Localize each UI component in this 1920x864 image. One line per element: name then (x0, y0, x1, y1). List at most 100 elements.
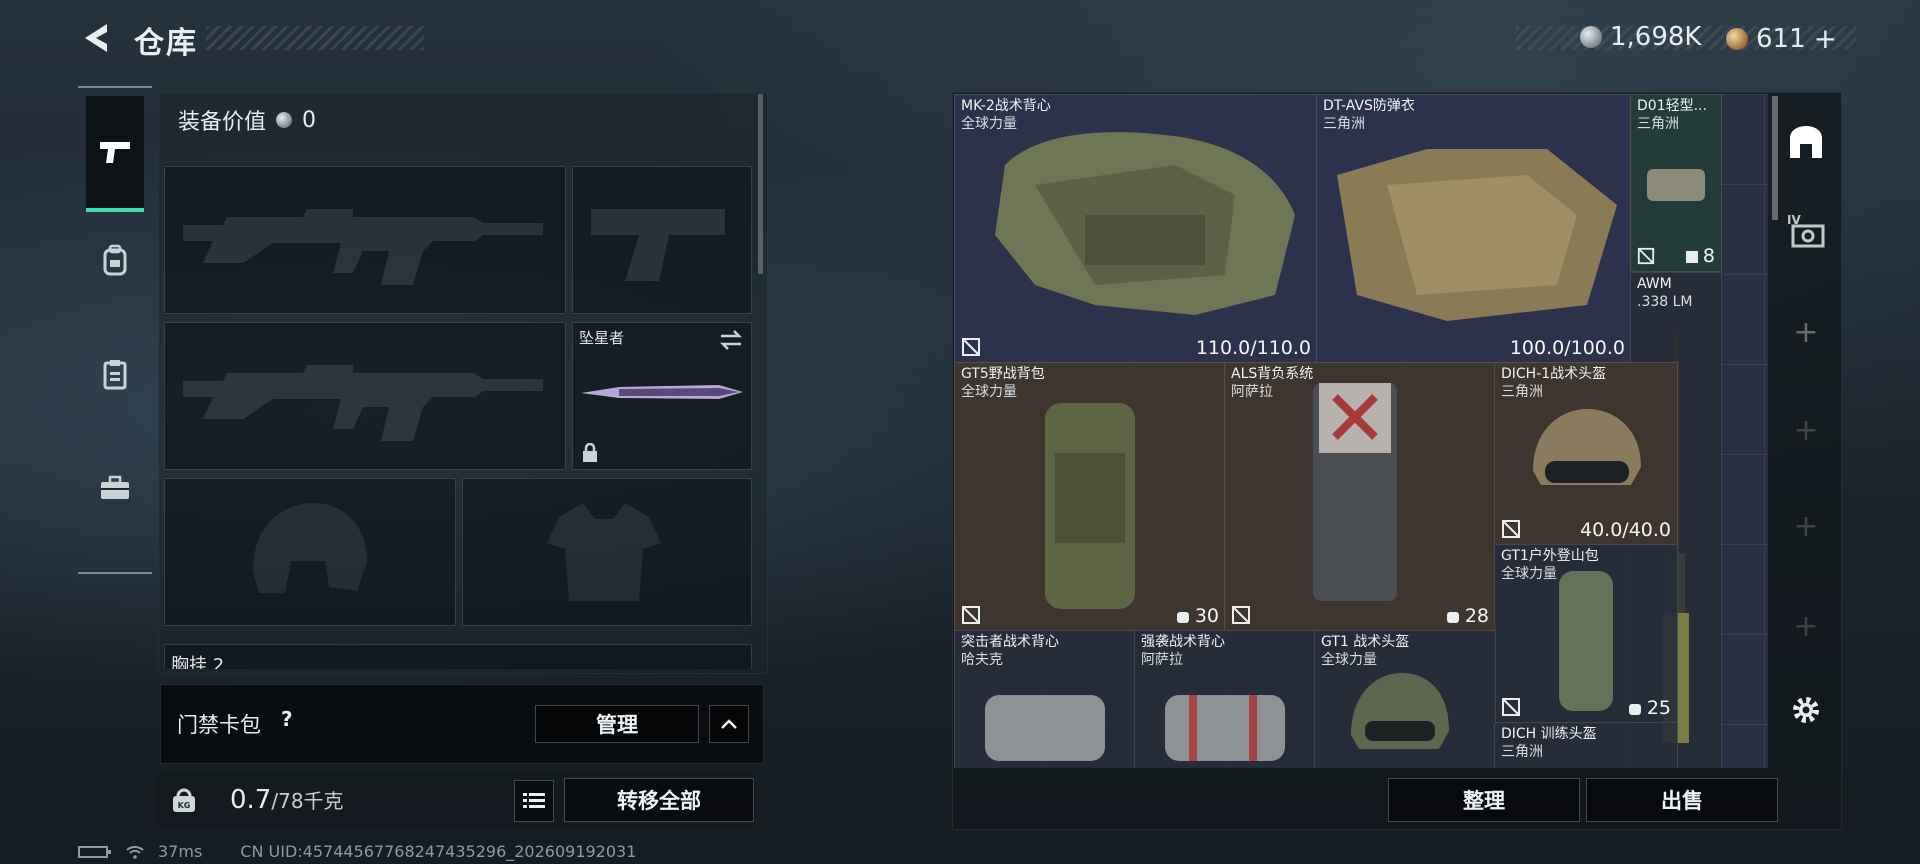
manage-keycard-button[interactable]: 管理 (535, 705, 699, 743)
item-name: 突击者战术背心 哈夫克 (961, 634, 1059, 668)
item-faction: 阿萨拉 (1141, 652, 1183, 668)
stash-item-dich-training-helmet[interactable]: DICH 训练头盔 三角洲 (1494, 722, 1678, 768)
add-stash-tab[interactable]: + (1776, 302, 1836, 362)
helmet-silhouette-icon (253, 503, 367, 593)
keycard-bar: 门禁卡包 ? 管理 (160, 684, 764, 764)
item-name: GT1 战术头盔 全球力量 (1321, 634, 1410, 668)
kettlebell-icon: KG (173, 788, 195, 812)
melee-slot[interactable]: 坠星者 (572, 322, 752, 470)
carry-system-image (1313, 383, 1397, 601)
item-faction: 三角洲 (1501, 384, 1543, 400)
gear-icon (1793, 697, 1819, 723)
item-name: 强袭战术背心 阿萨拉 (1141, 634, 1225, 668)
item-count: 8 (1685, 245, 1715, 267)
add-stash-tab[interactable]: + (1776, 400, 1836, 460)
nav-weapons[interactable] (86, 96, 144, 212)
chest-rig-section[interactable]: 胸挂 2 (164, 644, 752, 669)
nav-backpack[interactable] (86, 212, 144, 308)
ping-readout: 37ms (158, 842, 203, 861)
stash-item-gt1-helmet[interactable]: GT1 战术头盔 全球力量 (1314, 630, 1496, 768)
add-stash-tab[interactable]: + (1776, 596, 1836, 656)
stash-item-d01[interactable]: D01轻型... 三角洲 8 (1630, 94, 1722, 272)
stash-item-strike-vest[interactable]: 强袭战术背心 阿萨拉 (1134, 630, 1316, 768)
item-count: 28 (1445, 605, 1489, 627)
weight-readout: 0.7/78千克 (230, 785, 344, 815)
gold-currency[interactable]: 611 + (1726, 22, 1837, 55)
add-stash-tab[interactable]: + (1776, 496, 1836, 556)
keycard-help-button[interactable]: ? (281, 707, 293, 731)
transfer-all-button[interactable]: 转移全部 (564, 778, 754, 822)
item-faction: .338 LM (1637, 294, 1693, 310)
settings-button[interactable] (1776, 680, 1836, 740)
gold-coin-icon (1726, 27, 1748, 50)
item-count: 25 (1627, 697, 1671, 719)
stash-item-als-backpack[interactable]: ALS背负系统 阿萨拉 28 (1224, 362, 1496, 632)
stash-item-raider-vest[interactable]: 突击者战术背心 哈夫克 (954, 630, 1136, 768)
backpack-capacity-icon (1446, 612, 1459, 623)
sort-button[interactable]: 整理 (1388, 778, 1580, 822)
nav-tools[interactable] (86, 438, 144, 538)
equipment-value-label: 装备价值 (178, 110, 267, 135)
backpack-capacity-icon (1176, 612, 1189, 623)
item-name: DICH-1战术头盔 三角洲 (1501, 366, 1607, 400)
chevron-up-icon (721, 719, 737, 729)
backpack-icon (103, 244, 127, 276)
chest-rig-label: 胸挂 2 (171, 655, 225, 669)
item-durability: 110.0/110.0 (1195, 337, 1311, 359)
wifi-icon (126, 845, 144, 859)
no-sell-icon (1502, 520, 1520, 538)
sidearm-slot[interactable] (572, 166, 752, 314)
pistol-icon (100, 142, 130, 163)
swap-icon[interactable] (719, 329, 743, 351)
body-armor-image (1337, 149, 1617, 321)
silver-coin-icon (276, 112, 293, 128)
rifle-silhouette-icon (183, 365, 543, 441)
stash-item-dt-avs-armor[interactable]: DT-AVS防弹衣 三角洲 100.0/100.0 (1316, 94, 1632, 364)
sell-button[interactable]: 出售 (1586, 778, 1778, 822)
equipment-value: 装备价值 0 (178, 104, 316, 136)
stash-item-gt1-backpack[interactable]: GT1户外登山包 全球力量 25 (1494, 544, 1678, 724)
combat-helmet-image (1351, 673, 1449, 749)
no-sell-icon (1502, 698, 1520, 716)
hiking-backpack-image (1559, 571, 1613, 711)
silver-coin-icon (1580, 26, 1602, 48)
tactical-helmet-image (1533, 409, 1641, 485)
silver-amount: 1,698K (1610, 22, 1702, 52)
light-vest-image (1647, 169, 1705, 201)
nav-rig[interactable] (86, 324, 144, 424)
loadout-scrollbar[interactable] (758, 94, 763, 274)
primary-weapon-slot[interactable] (164, 166, 566, 314)
no-sell-icon (1637, 247, 1655, 265)
safe-box-icon: IV (1787, 213, 1825, 248)
helmet-slot[interactable] (164, 478, 456, 626)
item-faction: 三角洲 (1323, 116, 1365, 132)
rifle-silhouette-icon (183, 209, 543, 285)
expand-keycard-button[interactable] (709, 705, 749, 743)
stash-item-gt5-backpack[interactable]: GT5野战背包 全球力量 30 (954, 362, 1226, 632)
no-sell-icon (1232, 606, 1250, 624)
weight-icon-box: KG (164, 780, 204, 820)
item-durability: 40.0/40.0 (1579, 519, 1671, 541)
weight-current: 0.7 (230, 785, 272, 815)
secondary-weapon-slot[interactable] (164, 322, 566, 470)
stash-tab-4[interactable]: IV (1776, 200, 1836, 260)
back-button[interactable] (78, 18, 116, 58)
status-bar: 37ms CN UID:457445677682474352​96_202609… (78, 842, 636, 861)
item-name: AWM .338 LM (1637, 276, 1693, 310)
tactical-vest-image (995, 132, 1295, 315)
stash-item-dich1-helmet[interactable]: DICH-1战术头盔 三角洲 40.0/40.0 (1494, 362, 1678, 546)
no-sell-icon (962, 606, 980, 624)
add-currency-button[interactable]: + (1814, 22, 1837, 55)
body-armor-slot[interactable] (462, 478, 752, 626)
item-count: 30 (1175, 605, 1219, 627)
item-faction: 哈夫克 (961, 652, 1003, 668)
stash-tab-main[interactable] (1776, 112, 1836, 172)
item-name: DT-AVS防弹衣 三角洲 (1323, 98, 1415, 132)
user-uid: CN UID:457445677682474352​96_20260919203… (240, 842, 637, 861)
loadout-category-nav (78, 86, 152, 574)
item-name: DICH 训练头盔 三角洲 (1501, 726, 1597, 760)
stash-item-mk2-vest[interactable]: MK-2战术背心 全球力量 110.0/110.0 (954, 94, 1318, 364)
list-view-button[interactable] (514, 780, 554, 822)
melee-name: 坠星者 (579, 329, 625, 347)
strike-vest-image (1165, 695, 1285, 761)
